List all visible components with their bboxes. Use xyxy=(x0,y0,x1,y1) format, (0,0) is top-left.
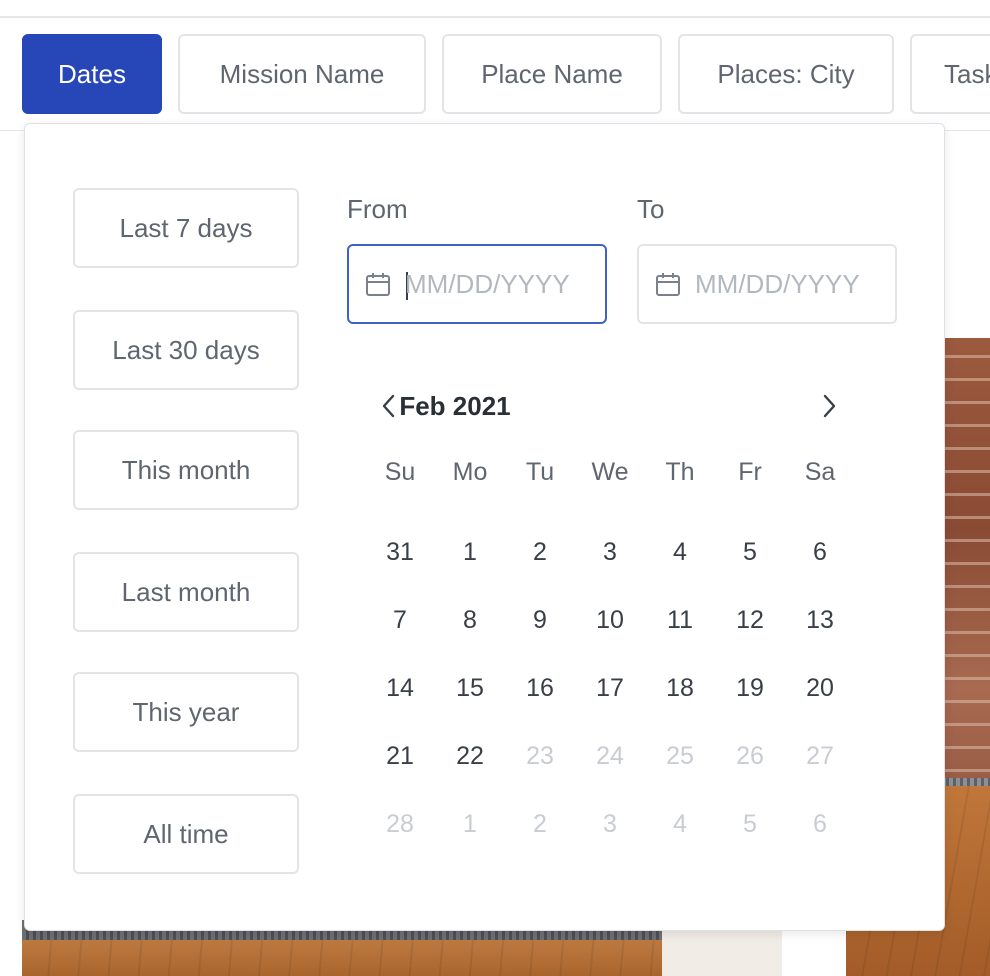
calendar-day[interactable]: 14 xyxy=(365,654,435,722)
preset-this-year[interactable]: This year xyxy=(73,672,299,752)
filter-tab-mission-name[interactable]: Mission Name xyxy=(178,34,426,114)
calendar-day[interactable]: 12 xyxy=(715,586,785,654)
weekday-header: Sa xyxy=(804,458,836,486)
date-filter-panel: Last 7 days Last 30 days This month Last… xyxy=(24,123,945,931)
calendar-day[interactable]: 20 xyxy=(785,654,855,722)
next-month-button[interactable] xyxy=(809,386,849,426)
weekday-header: We xyxy=(591,458,629,486)
preset-this-month[interactable]: This month xyxy=(73,430,299,510)
weekday-header: Fr xyxy=(738,458,762,486)
calendar-day[interactable]: 2 xyxy=(505,518,575,586)
calendar-day: 1 xyxy=(463,810,477,838)
to-label: To xyxy=(637,194,665,224)
calendar-grid: Su Mo Tu We Th Fr Sa 31 1 2 3 4 5 6 7 8 9 10 11 12 13… xyxy=(365,450,855,858)
filter-tab-places-city[interactable]: Places: City xyxy=(678,34,894,114)
calendar-day[interactable]: 3 xyxy=(575,518,645,586)
calendar-day: 27 xyxy=(806,742,834,770)
calendar-day[interactable]: 11 xyxy=(645,586,715,654)
preset-last-7-days[interactable]: Last 7 days xyxy=(73,188,299,268)
calendar-day: 25 xyxy=(666,742,694,770)
filter-tab-place-name[interactable]: Place Name xyxy=(442,34,662,114)
calendar-day: 5 xyxy=(743,810,757,838)
calendar-day: 23 xyxy=(526,742,554,770)
calendar-day: 26 xyxy=(736,742,764,770)
calendar-icon xyxy=(656,273,680,296)
calendar-day: 24 xyxy=(596,742,624,770)
weekday-header: Th xyxy=(665,458,695,486)
filter-tab-task[interactable]: Task xyxy=(910,34,990,114)
calendar-day: 2 xyxy=(533,810,547,838)
calendar-day[interactable]: 17 xyxy=(575,654,645,722)
from-date-input[interactable] xyxy=(405,264,595,304)
chevron-right-icon xyxy=(823,394,836,418)
weekday-header: Su xyxy=(384,458,416,486)
calendar-day: 28 xyxy=(386,810,414,838)
to-date-input[interactable] xyxy=(695,264,885,304)
calendar-day[interactable]: 10 xyxy=(575,586,645,654)
filter-tab-dates[interactable]: Dates xyxy=(22,34,162,114)
calendar-day[interactable]: 21 xyxy=(365,722,435,790)
from-date-field[interactable] xyxy=(347,244,607,324)
calendar-day: 4 xyxy=(673,810,687,838)
calendar-day[interactable]: 7 xyxy=(365,586,435,654)
calendar-month-label: Feb 2021 xyxy=(399,391,511,421)
calendar-day: 6 xyxy=(813,810,827,838)
calendar-day[interactable]: 4 xyxy=(645,518,715,586)
calendar-day[interactable]: 18 xyxy=(645,654,715,722)
top-divider xyxy=(0,16,990,18)
preset-last-30-days[interactable]: Last 30 days xyxy=(73,310,299,390)
weekday-header: Mo xyxy=(452,458,488,486)
from-label: From xyxy=(347,194,408,224)
calendar-day[interactable]: 13 xyxy=(785,586,855,654)
calendar-day[interactable]: 16 xyxy=(505,654,575,722)
calendar-day[interactable]: 22 xyxy=(435,722,505,790)
calendar-day[interactable]: 31 xyxy=(365,518,435,586)
calendar-day[interactable]: 8 xyxy=(435,586,505,654)
calendar-day[interactable]: 5 xyxy=(715,518,785,586)
preset-all-time[interactable]: All time xyxy=(73,794,299,874)
calendar-day[interactable]: 9 xyxy=(505,586,575,654)
calendar-day[interactable]: 6 xyxy=(785,518,855,586)
weekday-header: Tu xyxy=(525,458,555,486)
calendar-icon xyxy=(366,273,390,296)
to-date-field[interactable] xyxy=(637,244,897,324)
calendar-day: 3 xyxy=(603,810,617,838)
calendar-day[interactable]: 15 xyxy=(435,654,505,722)
preset-last-month[interactable]: Last month xyxy=(73,552,299,632)
calendar-day[interactable]: 19 xyxy=(715,654,785,722)
calendar-day[interactable]: 1 xyxy=(435,518,505,586)
